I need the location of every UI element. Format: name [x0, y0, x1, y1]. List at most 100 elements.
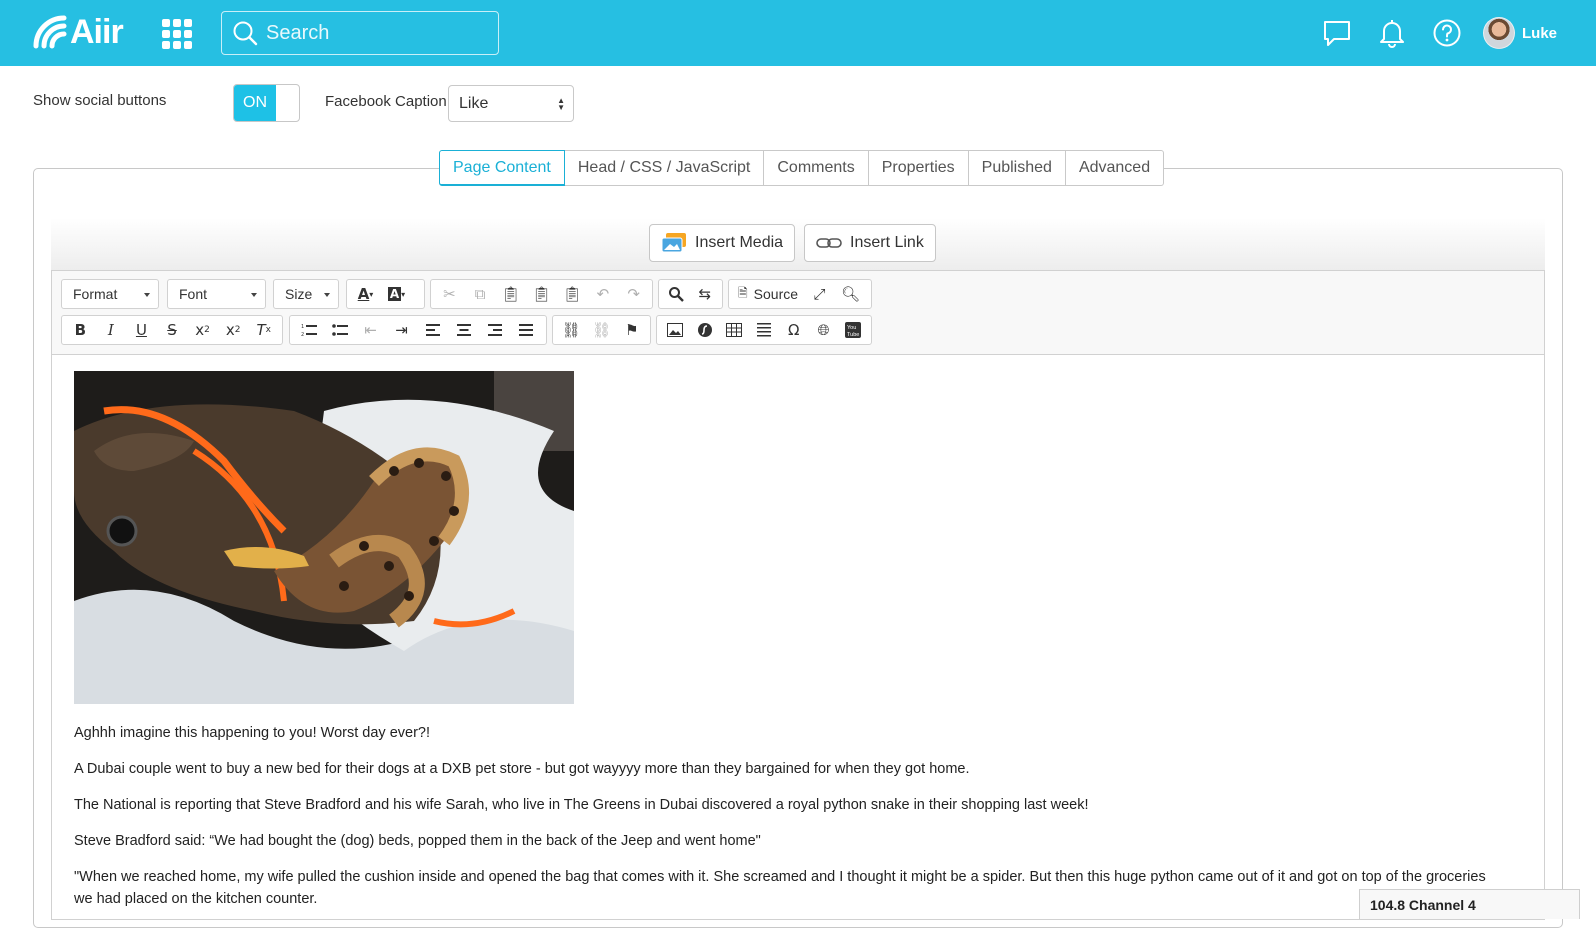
undo-icon[interactable]: ↶ — [588, 281, 619, 307]
superscript-icon[interactable]: x2 — [218, 317, 249, 343]
media-bar: Insert Media Insert Link — [51, 218, 1545, 270]
article-image[interactable] — [74, 371, 574, 704]
chat-bubble-icon[interactable] — [1322, 18, 1352, 48]
links-group: ⛓︎ ⛓︎ ⚑ — [552, 315, 651, 345]
facebook-caption-label: Facebook Caption — [325, 93, 447, 110]
svg-text:1: 1 — [301, 324, 304, 330]
horizontal-rule-icon[interactable] — [749, 317, 779, 343]
social-buttons-toggle[interactable]: ON — [233, 84, 300, 122]
editor-content[interactable]: Aghhh imagine this happening to you! Wor… — [74, 371, 1504, 924]
paragraph: A Dubai couple went to buy a new bed for… — [74, 761, 970, 777]
special-character-icon[interactable]: Ω — [779, 317, 809, 343]
find-icon[interactable] — [662, 281, 691, 307]
paste-word-icon[interactable]: 📋︎ — [557, 281, 588, 307]
youtube-icon[interactable]: You Tube — [838, 317, 868, 343]
brand-logo[interactable]: Aiir — [32, 13, 124, 51]
apps-grid-icon[interactable] — [162, 19, 192, 49]
user-menu[interactable]: Luke — [1483, 17, 1557, 49]
format-label: Format — [73, 286, 118, 302]
align-left-icon[interactable] — [417, 317, 448, 343]
tab-page-content[interactable]: Page Content — [439, 150, 565, 186]
preview-icon[interactable]: 🔍︎ — [835, 281, 866, 307]
source-button[interactable]: 🗎︎ Source — [732, 281, 804, 307]
paste-icon[interactable]: 📋︎ — [495, 281, 526, 307]
help-icon[interactable] — [1432, 18, 1462, 48]
source-file-icon: 🗎︎ — [738, 285, 748, 300]
replace-icon[interactable]: ⇆ — [691, 281, 720, 307]
paragraph: The National is reporting that Steve Bra… — [74, 797, 1089, 813]
font-label: Font — [179, 286, 208, 302]
wifi-logo-icon — [33, 15, 67, 49]
maximize-icon[interactable]: ⤢ — [804, 281, 835, 307]
bold-icon[interactable]: B — [65, 317, 96, 343]
insert-media-label: Insert Media — [695, 234, 784, 251]
insert-link-button[interactable]: Insert Link — [804, 224, 936, 262]
color-group: A ▾ A ▾ — [346, 279, 425, 309]
tab-published[interactable]: Published — [968, 150, 1066, 186]
tab-properties[interactable]: Properties — [868, 150, 969, 186]
paragraph: "When we reached home, my wife pulled th… — [74, 869, 1486, 907]
align-center-icon[interactable] — [448, 317, 479, 343]
remove-format-icon[interactable]: Tx — [248, 317, 279, 343]
search-box[interactable] — [221, 11, 499, 55]
flash-icon[interactable] — [690, 317, 720, 343]
format-dropdown[interactable]: Format — [61, 279, 159, 309]
paragraph: Steve Bradford said: “We had bought the … — [74, 833, 761, 849]
iframe-globe-icon[interactable]: 🌐︎ — [809, 317, 839, 343]
search-icon — [233, 21, 258, 46]
tab-comments[interactable]: Comments — [764, 150, 869, 186]
italic-icon[interactable]: I — [96, 317, 127, 343]
paragraph-group: 12 ⇤ ⇥ — [289, 315, 547, 345]
toggle-on-label: ON — [234, 85, 276, 121]
strikethrough-icon[interactable]: S — [157, 317, 188, 343]
align-right-icon[interactable] — [479, 317, 510, 343]
svg-text:You: You — [847, 325, 856, 331]
bell-icon[interactable] — [1377, 18, 1407, 48]
unlink-icon[interactable]: ⛓︎ — [586, 317, 616, 343]
rich-text-editor: Format Font Size A ▾ A ▾ ✂ ⧉ 📋︎ 📋︎ 📋︎ ↶ ↷ … — [51, 270, 1545, 920]
tab-advanced[interactable]: Advanced — [1065, 150, 1165, 186]
image-icon[interactable] — [660, 317, 690, 343]
cut-icon[interactable]: ✂ — [434, 281, 465, 307]
anchor-flag-icon[interactable]: ⚑ — [617, 317, 647, 343]
table-icon[interactable] — [719, 317, 749, 343]
facebook-caption-select[interactable]: Like ▲ ▼ — [448, 85, 574, 122]
brand-name: Aiir — [70, 13, 124, 51]
paste-text-icon[interactable]: 📋︎ — [526, 281, 557, 307]
facebook-caption-value: Like — [459, 95, 489, 112]
underline-icon[interactable]: U — [126, 317, 157, 343]
insert-group: Ω 🌐︎ You Tube — [656, 315, 872, 345]
font-dropdown[interactable]: Font — [167, 279, 266, 309]
basic-styles-group: B I U S x2 x2 Tx — [61, 315, 283, 345]
size-label: Size — [285, 286, 313, 302]
bulleted-list-icon[interactable] — [324, 317, 355, 343]
media-icon — [661, 233, 686, 253]
subscript-icon[interactable]: x2 — [187, 317, 218, 343]
search-input[interactable] — [266, 21, 486, 45]
insert-link-label: Insert Link — [850, 234, 924, 251]
find-group: ⇆ — [658, 279, 723, 309]
source-label: Source — [753, 286, 799, 302]
top-bar: Aiir Luke — [0, 0, 1596, 66]
justify-icon[interactable] — [510, 317, 541, 343]
page-tabs: Page Content Head / CSS / JavaScript Com… — [439, 150, 1165, 186]
indent-icon[interactable]: ⇥ — [386, 317, 417, 343]
radio-player-bar[interactable]: 104.8 Channel 4 — [1359, 889, 1580, 919]
tab-head-css-javascript[interactable]: Head / CSS / JavaScript — [564, 150, 765, 186]
link-icon[interactable]: ⛓︎ — [556, 317, 586, 343]
clipboard-group: ✂ ⧉ 📋︎ 📋︎ 📋︎ ↶ ↷ — [430, 279, 653, 309]
svg-text:2: 2 — [301, 332, 304, 337]
insert-media-button[interactable]: Insert Media — [649, 224, 796, 262]
background-color-icon[interactable]: A ▾ — [381, 281, 412, 307]
editor-toolbar: Format Font Size A ▾ A ▾ ✂ ⧉ 📋︎ 📋︎ 📋︎ ↶ ↷ … — [52, 271, 1544, 355]
redo-icon[interactable]: ↷ — [618, 281, 649, 307]
station-name: 104.8 Channel 4 — [1370, 897, 1476, 913]
outdent-icon[interactable]: ⇤ — [355, 317, 386, 343]
text-color-icon[interactable]: A ▾ — [350, 281, 381, 307]
link-icon — [816, 238, 842, 248]
size-dropdown[interactable]: Size — [273, 279, 339, 309]
copy-icon[interactable]: ⧉ — [465, 281, 496, 307]
show-social-label: Show social buttons — [33, 92, 167, 109]
svg-text:Tube: Tube — [847, 332, 859, 338]
numbered-list-icon[interactable]: 12 — [293, 317, 324, 343]
